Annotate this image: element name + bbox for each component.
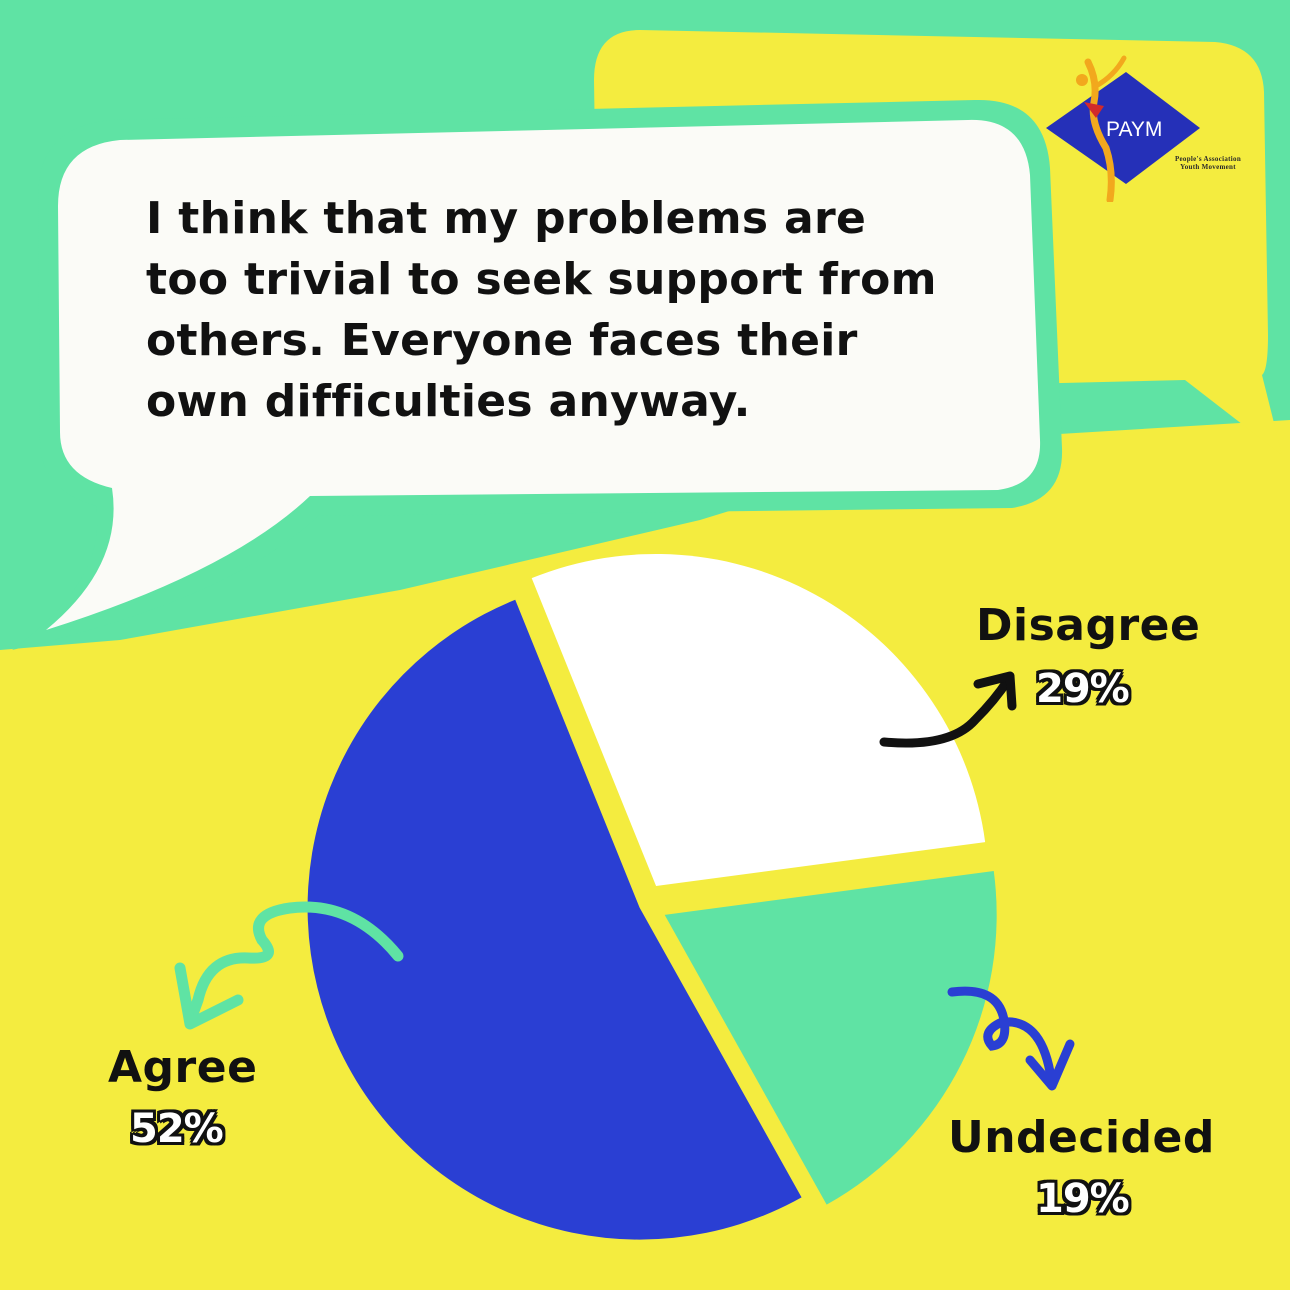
disagree-value-label: 29% [1036, 666, 1130, 712]
logo-name: PAYM [1106, 118, 1162, 141]
disagree-label: Disagree [976, 600, 1201, 651]
agree-value-label: 52% [130, 1106, 224, 1152]
infographic: I think that my problems are too trivial… [0, 0, 1290, 1290]
undecided-label: Undecided [948, 1112, 1215, 1163]
quote-text: I think that my problems are too trivial… [146, 193, 937, 427]
paym-logo: PAYM People's Association Youth Movement [1040, 52, 1260, 204]
undecided-value-label: 19% [1036, 1176, 1130, 1222]
pie-chart [307, 553, 997, 1240]
logo-subtitle: People's Association Youth Movement [1174, 155, 1242, 171]
agree-label: Agree [108, 1042, 258, 1093]
paym-logo-mark: PAYM [1046, 55, 1200, 204]
